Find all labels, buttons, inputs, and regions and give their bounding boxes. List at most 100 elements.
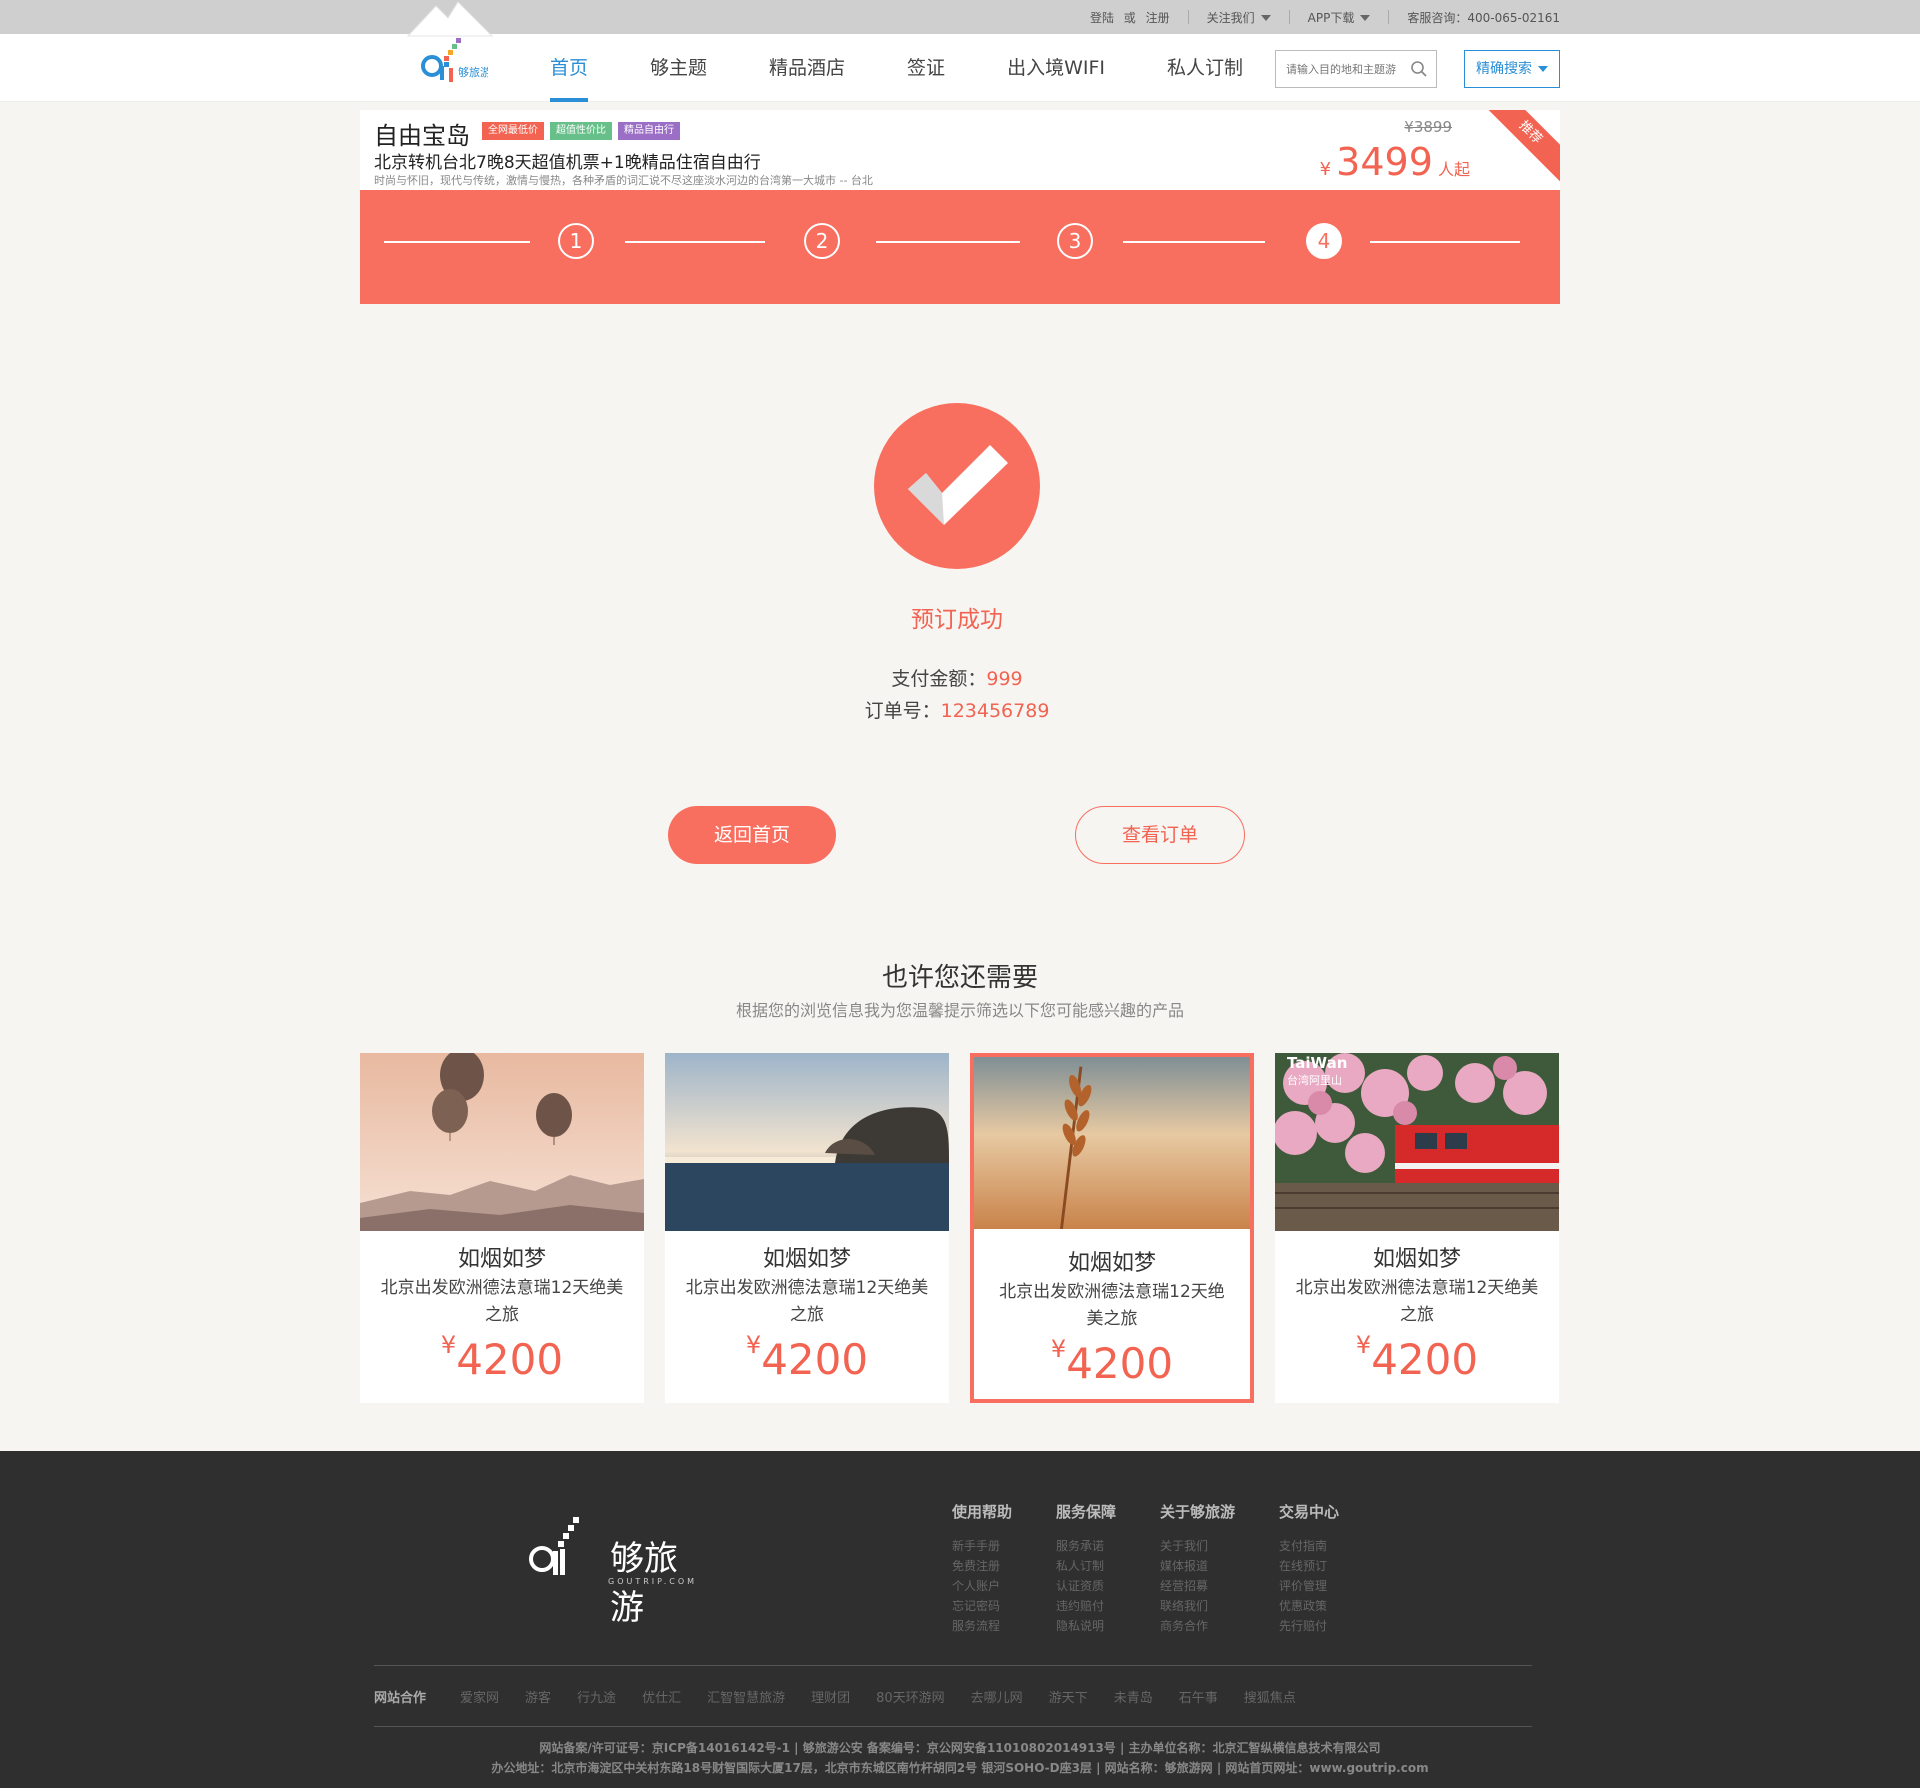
search-icon[interactable]	[1410, 60, 1428, 78]
step-connector	[876, 241, 1020, 243]
chevron-down-icon	[1260, 15, 1271, 21]
app-download-dropdown[interactable]: APP下载	[1308, 9, 1371, 26]
recommend-subtitle: 根据您的浏览信息我为您温馨提示筛选以下您可能感兴趣的产品	[735, 1001, 1184, 1020]
precise-search-button[interactable]: 精确搜索	[1464, 50, 1560, 88]
footer-link[interactable]: 媒体报道	[1160, 1556, 1235, 1576]
product-banner: 自由宝岛 全网最低价 超值性价比 精品自由行 北京转机台北7晚8天超值机票+1晚精品…	[360, 110, 1560, 190]
order-number: 订单号：123456789	[760, 696, 1154, 723]
divider	[1288, 10, 1290, 24]
footer-link[interactable]: 先行赔付	[1279, 1616, 1339, 1636]
card-title: 如烟如梦	[1067, 1251, 1156, 1276]
chevron-down-icon	[1360, 15, 1371, 21]
footer-link[interactable]: 经营招募	[1160, 1576, 1235, 1596]
or-text: 或	[1123, 10, 1136, 25]
footer-link[interactable]: 私人订制	[1056, 1556, 1116, 1576]
partner-link[interactable]: 去哪儿网	[971, 1687, 1023, 1706]
nav-item[interactable]: 签证	[887, 34, 965, 102]
register-link[interactable]: 注册	[1146, 11, 1170, 25]
nav-item[interactable]: 私人订制	[1147, 34, 1263, 102]
card-title: 如烟如梦	[1372, 1247, 1461, 1272]
footer-link[interactable]: 违约赔付	[1056, 1596, 1116, 1616]
partner-link[interactable]: 汇智智慧旅游	[707, 1687, 785, 1706]
follow-us-dropdown[interactable]: 关注我们	[1207, 9, 1271, 26]
follow-us-label: 关注我们	[1206, 10, 1255, 25]
footer-link[interactable]: 个人账户	[952, 1576, 1012, 1596]
payment-label: 支付金额：	[891, 668, 987, 690]
footer-link[interactable]: 忘记密码	[952, 1596, 1012, 1616]
currency-symbol: ¥	[440, 1331, 457, 1359]
partner-link[interactable]: 游客	[525, 1687, 551, 1706]
product-tag: 超值性价比	[550, 122, 612, 140]
step-connector	[1370, 241, 1520, 243]
product-card[interactable]: TaiWan 台湾阿里山 如烟如梦 北京出发欧洲德法意瑞12天绝美之旅 ¥4200	[1275, 1053, 1559, 1403]
nav-item[interactable]: 精品酒店	[749, 34, 865, 102]
step-4: 4	[1306, 223, 1342, 259]
partner-link[interactable]: 游天下	[1049, 1687, 1088, 1706]
footer-link[interactable]: 支付指南	[1279, 1536, 1339, 1556]
footer-legal-2: 办公地址：北京市海淀区中关村东路18号财智国际大厦17层，北京市东城区南竹杆胡同…	[491, 1761, 1429, 1775]
footer-link[interactable]: 商务合作	[1160, 1616, 1235, 1636]
footer-logo[interactable]: 够旅游 GOUTRIP.COM	[520, 1503, 694, 1628]
footer-link[interactable]: 新手手册	[952, 1536, 1012, 1556]
card-price: ¥4200	[974, 1335, 1250, 1388]
view-order-button[interactable]: 查看订单	[1075, 806, 1245, 864]
top-bar: 登陆 或 注册 关注我们 APP下载 客服咨询：400-065-02161	[0, 0, 1920, 34]
nav-item[interactable]: 够主题	[630, 34, 727, 102]
partner-link[interactable]: 行九途	[577, 1687, 616, 1706]
footer-link[interactable]: 认证资质	[1056, 1576, 1116, 1596]
login-link[interactable]: 登陆	[1090, 11, 1114, 25]
chevron-down-icon	[1538, 66, 1548, 72]
card-description: 北京出发欧洲德法意瑞12天绝美之旅	[685, 1278, 929, 1325]
order-label: 订单号：	[864, 700, 941, 722]
overlay-title: TaiWan	[1287, 1054, 1348, 1072]
footer-column: 关于够旅游 关于我们 媒体报道 经营招募 联络我们 商务合作	[1160, 1501, 1235, 1636]
nav-item[interactable]: 出入境WIFI	[987, 34, 1125, 102]
logo-text: 够旅游	[458, 65, 488, 79]
footer-divider	[374, 1665, 1532, 1666]
search-input[interactable]	[1276, 51, 1406, 87]
partner-link[interactable]: 爱家网	[460, 1687, 499, 1706]
recommend-title: 也许您还需要	[881, 963, 1038, 993]
back-home-button[interactable]: 返回首页	[668, 806, 836, 864]
booking-success-text: 预订成功	[911, 607, 1003, 633]
nav-item[interactable]: 首页	[530, 34, 608, 102]
nav-item-label: 首页	[550, 57, 589, 79]
footer-link[interactable]: 服务流程	[952, 1616, 1012, 1636]
product-tag: 精品自由行	[618, 122, 680, 140]
footer-link[interactable]: 在线预订	[1279, 1556, 1339, 1576]
footer-link[interactable]: 优惠政策	[1279, 1596, 1339, 1616]
partner-link[interactable]: 搜狐焦点	[1244, 1687, 1296, 1706]
footer-link[interactable]: 评价管理	[1279, 1576, 1339, 1596]
product-card[interactable]: 如烟如梦 北京出发欧洲德法意瑞12天绝美之旅 ¥4200	[360, 1053, 644, 1403]
partner-link[interactable]: 未青岛	[1114, 1687, 1153, 1706]
app-download-label: APP下载	[1307, 10, 1355, 25]
price-value: 4200	[1371, 1335, 1479, 1384]
partner-link[interactable]: 80天环游网	[876, 1687, 945, 1706]
success-check-icon	[874, 403, 1040, 569]
step-3: 3	[1057, 223, 1093, 259]
step-connector	[1123, 241, 1265, 243]
partner-link[interactable]: 理财团	[811, 1687, 850, 1706]
site-logo[interactable]: 够旅游	[400, 0, 500, 102]
footer-link[interactable]: 关于我们	[1160, 1536, 1235, 1556]
current-price: ¥ 3499 人起	[1320, 140, 1470, 184]
payment-amount: 支付金额：999	[760, 664, 1154, 691]
nav-item-label: 够主题	[650, 57, 708, 79]
hotline-text: 客服咨询：400-065-02161	[1407, 10, 1560, 25]
footer-link[interactable]: 隐私说明	[1056, 1616, 1116, 1636]
nav-item-label: 私人订制	[1167, 57, 1244, 79]
partner-link[interactable]: 优仕汇	[642, 1687, 681, 1706]
step-connector	[384, 241, 530, 243]
footer-column: 使用帮助 新手手册 免费注册 个人账户 忘记密码 服务流程	[952, 1501, 1012, 1636]
partner-link[interactable]: 石午事	[1179, 1687, 1218, 1706]
footer-link[interactable]: 免费注册	[952, 1556, 1012, 1576]
currency-symbol: ¥	[745, 1331, 762, 1359]
product-card[interactable]: 如烟如梦 北京出发欧洲德法意瑞12天绝美之旅 ¥4200	[970, 1053, 1254, 1403]
product-subtitle: 北京转机台北7晚8天超值机票+1晚精品住宿自由行	[374, 153, 761, 173]
footer-link[interactable]: 联络我们	[1160, 1596, 1235, 1616]
card-description: 北京出发欧洲德法意瑞12天绝美之旅	[380, 1278, 624, 1325]
image-overlay-text: TaiWan 台湾阿里山	[1287, 1055, 1347, 1089]
footer-link[interactable]: 服务承诺	[1056, 1536, 1116, 1556]
product-card[interactable]: 如烟如梦 北京出发欧洲德法意瑞12天绝美之旅 ¥4200	[665, 1053, 949, 1403]
price-value: 4200	[456, 1335, 564, 1384]
